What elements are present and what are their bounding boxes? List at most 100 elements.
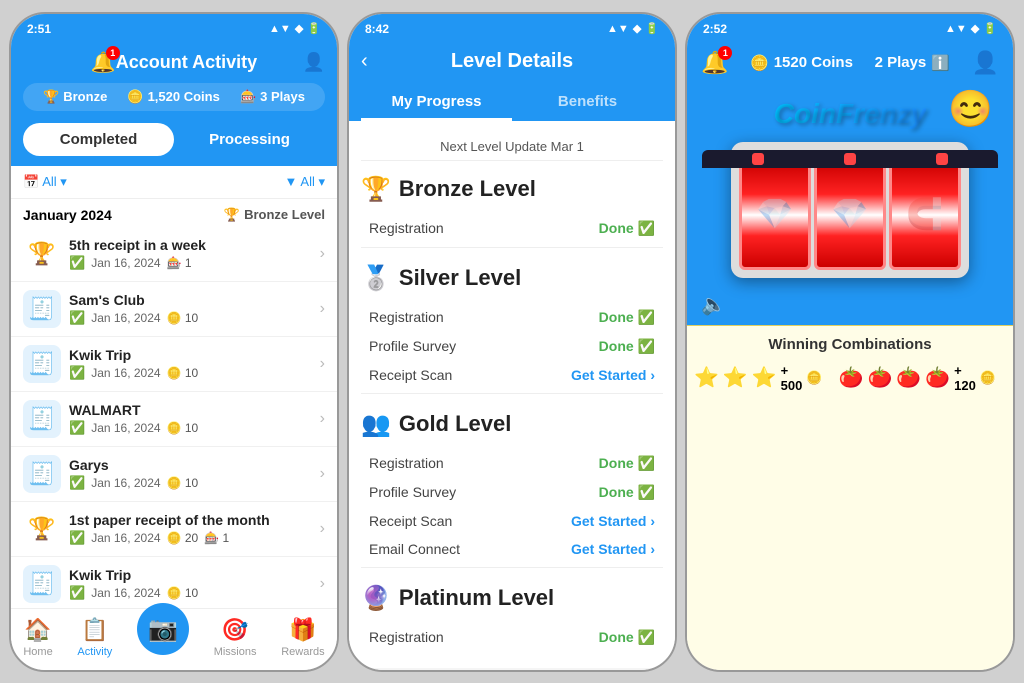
camera-button[interactable]: 📷: [137, 603, 189, 655]
tab-processing[interactable]: Processing: [174, 123, 325, 156]
gold-title: 👥 Gold Level: [361, 410, 663, 439]
rewards-icon: 🎁: [289, 617, 316, 643]
bronze-level-section: 🏆 Bronze Level Registration Done ✅: [361, 175, 663, 248]
phone2-tabs: My Progress Benefits: [361, 83, 663, 121]
notification-badge: 1: [106, 46, 120, 60]
profile-icon-3[interactable]: 👤: [972, 50, 999, 76]
activity-info: Kwik Trip ✅ Jan 16, 2024 🪙 10: [69, 567, 314, 601]
list-item: Profile Survey Done ✅: [361, 478, 663, 507]
list-item: Registration Done ✅: [361, 303, 663, 332]
phone1-header: 🔔 1 Account Activity 👤 🏆 Bronze 🪙 1,520 …: [11, 42, 337, 123]
activity-icon: 📋: [81, 617, 108, 643]
activity-icon-receipt: 🧾: [23, 455, 61, 493]
slot-reel-1: 💎: [739, 160, 811, 270]
bronze-title: 🏆 Bronze Level: [361, 175, 663, 204]
gold-level-section: 👥 Gold Level Registration Done ✅ Profile…: [361, 410, 663, 568]
notification-bell[interactable]: 🔔 1: [91, 50, 116, 75]
winning-row: ⭐ ⭐ ⭐ + 500 🪙 🍅 🍅 🍅 🍅 + 120 🪙: [701, 363, 999, 393]
activity-icon-trophy2: 🏆: [23, 510, 61, 548]
phone-3: 2:52 ▲▼ ◆ 🔋 🔔 1 🪙 1520 Coins 2 Plays ℹ️ …: [685, 12, 1015, 672]
activity-info: WALMART ✅ Jan 16, 2024 🪙 10: [69, 402, 314, 436]
list-item: Profile Survey Done ✅: [361, 332, 663, 361]
coinfrenzy-logo: CoinFrenzy: [774, 98, 926, 130]
activity-icon-receipt: 🧾: [23, 565, 61, 603]
table-row[interactable]: 🧾 Sam's Club ✅ Jan 16, 2024 🪙 10 ›: [11, 282, 337, 337]
table-row[interactable]: 🧾 Garys ✅ Jan 16, 2024 🪙 10 ›: [11, 447, 337, 502]
status-time-3: 2:52: [703, 22, 727, 36]
list-item: Registration Done ✅: [361, 623, 663, 652]
table-row[interactable]: 🧾 Kwik Trip ✅ Jan 16, 2024 🪙 10 ›: [11, 557, 337, 608]
activity-info: Garys ✅ Jan 16, 2024 🪙 10: [69, 457, 314, 491]
nav-activity[interactable]: 📋 Activity: [77, 617, 112, 658]
table-row[interactable]: 🧾 Kwik Trip ✅ Jan 16, 2024 🪙 10 ›: [11, 337, 337, 392]
table-row[interactable]: 🏆 5th receipt in a week ✅ Jan 16, 2024 🎰…: [11, 227, 337, 282]
notification-badge-3: 1: [718, 46, 732, 60]
slot-machine[interactable]: 💎 💎 🧲: [731, 142, 969, 278]
plays-stat: 🎰 3 Plays: [240, 89, 305, 105]
activity-info: 1st paper receipt of the month ✅ Jan 16,…: [69, 512, 314, 546]
nav-home[interactable]: 🏠 Home: [23, 617, 52, 658]
filter-left[interactable]: 📅 All ▾: [23, 174, 67, 190]
activity-icon-trophy: 🏆: [23, 235, 61, 273]
winning-item-1: ⭐ ⭐ ⭐ + 500 🪙: [694, 363, 823, 393]
stats-bar: 🏆 Bronze 🪙 1,520 Coins 🎰 3 Plays: [23, 83, 325, 111]
home-icon: 🏠: [24, 617, 51, 643]
coin-mascot: 😊: [948, 88, 993, 130]
camera-icon: 📷: [148, 615, 178, 644]
nav-rewards[interactable]: 🎁 Rewards: [281, 617, 324, 658]
coins-display: 🪙 1520 Coins: [750, 54, 853, 72]
notification-bell-3[interactable]: 🔔 1: [701, 50, 728, 76]
table-row[interactable]: 🧾 WALMART ✅ Jan 16, 2024 🪙 10 ›: [11, 392, 337, 447]
phone-1: 2:51 ▲▼ ◆ 🔋 🔔 1 Account Activity 👤 🏆 B: [9, 12, 339, 672]
activity-icon-receipt: 🧾: [23, 290, 61, 328]
next-update-label: Next Level Update Mar 1: [361, 133, 663, 161]
slot-reel-3: 🧲: [889, 160, 961, 270]
phone1-tabs: Completed Processing: [11, 123, 337, 166]
status-bar-1: 2:51 ▲▼ ◆ 🔋: [11, 14, 337, 42]
status-icons-1: ▲▼ ◆ 🔋: [269, 22, 321, 35]
platinum-title: 🔮 Platinum Level: [361, 584, 663, 613]
title-row: 🔔 1 Account Activity 👤: [23, 50, 325, 75]
nav-missions[interactable]: 🎯 Missions: [214, 617, 257, 658]
coins-stat: 🪙 1,520 Coins: [127, 89, 219, 105]
activity-info: Sam's Club ✅ Jan 16, 2024 🪙 10: [69, 292, 314, 326]
get-started-button[interactable]: Get Started ›: [571, 367, 655, 383]
get-started-button[interactable]: Get Started ›: [571, 541, 655, 557]
note-box: Level update occurs on 1st of the month …: [361, 668, 663, 670]
month-header: January 2024 🏆 Bronze Level: [11, 199, 337, 227]
list-item: Email Connect Get Started ›: [361, 535, 663, 563]
winning-item-2: 🍅 🍅 🍅 🍅 + 120 🪙: [839, 363, 997, 393]
activity-icon-receipt: 🧾: [23, 345, 61, 383]
month-label: January 2024: [23, 207, 112, 223]
tab-benefits[interactable]: Benefits: [512, 83, 663, 121]
back-button[interactable]: ‹: [361, 50, 368, 73]
filters-row: 📅 All ▾ ▼ All ▾: [11, 166, 337, 199]
phone3-header: 🔔 1 🪙 1520 Coins 2 Plays ℹ️ 👤: [687, 42, 1013, 88]
month-level: 🏆 Bronze Level: [224, 207, 325, 223]
slot-symbol-1: 💎: [756, 197, 793, 232]
volume-area: 🔈: [687, 284, 1013, 325]
winning-combinations: Winning Combinations ⭐ ⭐ ⭐ + 500 🪙 🍅 🍅 🍅…: [687, 325, 1013, 670]
table-row[interactable]: 🏆 1st paper receipt of the month ✅ Jan 1…: [11, 502, 337, 557]
platinum-level-section: 🔮 Platinum Level Registration Done ✅: [361, 584, 663, 652]
page-title: Account Activity: [116, 52, 257, 73]
tab-completed[interactable]: Completed: [23, 123, 174, 156]
page-title-2: Level Details: [451, 50, 573, 73]
profile-icon[interactable]: 👤: [303, 52, 325, 73]
status-icons-2: ▲▼ ◆ 🔋: [607, 22, 659, 35]
filter-right[interactable]: ▼ All ▾: [285, 174, 325, 190]
plays-display: 2 Plays ℹ️: [875, 54, 950, 72]
status-time-1: 2:51: [27, 22, 51, 36]
volume-icon[interactable]: 🔈: [701, 292, 726, 317]
status-time-2: 8:42: [365, 22, 389, 36]
activity-info: 5th receipt in a week ✅ Jan 16, 2024 🎰 1: [69, 237, 314, 271]
silver-level-section: 🥈 Silver Level Registration Done ✅ Profi…: [361, 264, 663, 394]
list-item: Receipt Scan Get Started ›: [361, 361, 663, 389]
tab-my-progress[interactable]: My Progress: [361, 83, 512, 121]
slot-machine-area: CoinFrenzy 😊 💎 💎: [687, 88, 1013, 325]
slot-symbol-2: 💎: [831, 197, 868, 232]
level-stat: 🏆 Bronze: [43, 89, 107, 105]
get-started-button[interactable]: Get Started ›: [571, 513, 655, 529]
phone-2: 8:42 ▲▼ ◆ 🔋 ‹ Level Details My Progress …: [347, 12, 677, 672]
status-bar-3: 2:52 ▲▼ ◆ 🔋: [687, 14, 1013, 42]
